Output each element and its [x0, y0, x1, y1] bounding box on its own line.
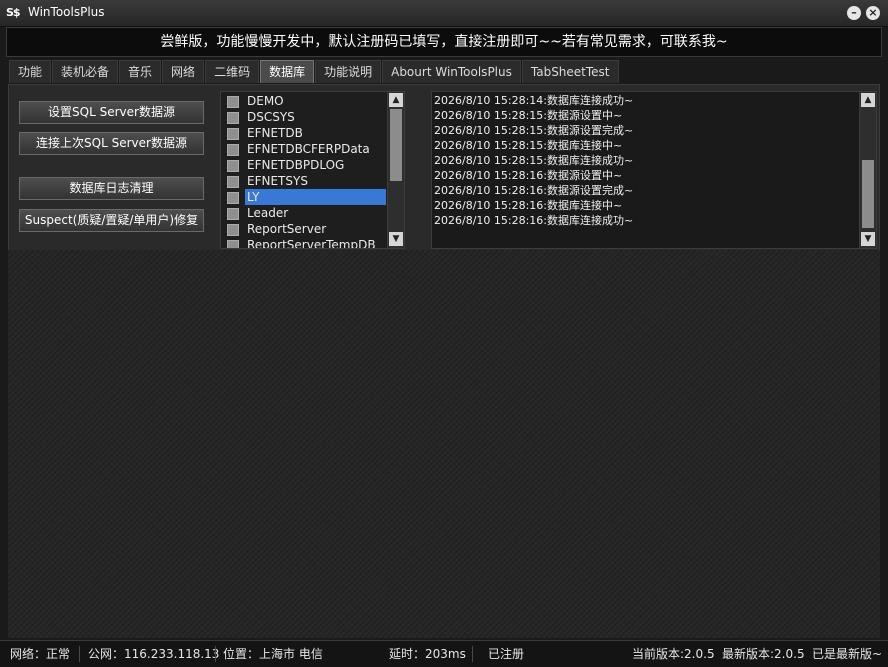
log-scrollbar[interactable]: ▲ ▼ [859, 92, 876, 248]
database-list-scrollbar[interactable]: ▲ ▼ [387, 92, 404, 248]
checkbox[interactable] [227, 224, 239, 236]
database-panel: 设置SQL Server数据源 连接上次SQL Server数据源 数据库日志清… [8, 84, 880, 251]
location: 位置：上海市 电信 [223, 647, 323, 661]
log-output[interactable]: 2026/8/10 15:28:14:数据库连接成功~ 2026/8/10 15… [431, 91, 877, 249]
list-item[interactable]: DEMO [221, 93, 386, 109]
database-name: DEMO [247, 94, 284, 108]
tab-qrcode[interactable]: 二维码 [205, 60, 260, 83]
list-item-selected[interactable]: LY [227, 189, 386, 205]
tab-database[interactable]: 数据库 [260, 60, 315, 83]
checkbox[interactable] [227, 208, 239, 220]
checkbox[interactable] [227, 112, 239, 124]
latest-version: 最新版本:2.0.5 [722, 647, 805, 661]
list-item[interactable]: EFNETDB [221, 125, 386, 141]
log-line: 2026/8/10 15:28:15:数据库连接中~ [434, 139, 623, 152]
database-name: DSCSYS [247, 110, 295, 124]
list-item[interactable]: Leader [221, 205, 386, 221]
chevron-down-icon[interactable]: ▼ [861, 232, 875, 246]
log-line: 2026/8/10 15:28:15:数据源设置完成~ [434, 124, 634, 137]
database-name: ReportServerTempDB [247, 238, 376, 249]
database-name: ReportServer [247, 222, 327, 236]
tab-functions[interactable]: 功能 [9, 60, 52, 83]
list-item[interactable]: ReportServerTempDB [221, 237, 386, 249]
notice-banner: 尝鲜版，功能慢慢开发中，默认注册码已填写，直接注册即可~~若有常见需求，可联系我… [6, 27, 882, 57]
status-divider [215, 646, 216, 662]
tab-bar: 功能 装机必备 音乐 网络 二维码 数据库 功能说明 Abourt WinToo… [9, 60, 620, 84]
minimize-button[interactable]: – [847, 6, 861, 20]
tab-help[interactable]: 功能说明 [315, 60, 382, 83]
database-name: EFNETDBPDLOG [247, 158, 345, 172]
status-divider [472, 646, 473, 662]
database-name: LY [247, 190, 260, 204]
tab-essentials[interactable]: 装机必备 [52, 60, 119, 83]
list-item[interactable]: EFNETSYS [221, 173, 386, 189]
log-line: 2026/8/10 15:28:15:数据库连接成功~ [434, 154, 634, 167]
network-status: 网络：正常 [10, 647, 71, 661]
chevron-up-icon[interactable]: ▲ [389, 93, 403, 107]
checkbox[interactable] [227, 160, 239, 172]
chevron-up-icon[interactable]: ▲ [861, 93, 875, 107]
title-bar: S$ WinToolsPlus – × [0, 0, 888, 27]
app-logo-icon: S$ [6, 6, 21, 19]
log-line: 2026/8/10 15:28:16:数据库连接中~ [434, 199, 623, 212]
checkbox[interactable] [227, 192, 239, 204]
scrollbar-thumb[interactable] [390, 109, 402, 181]
log-line: 2026/8/10 15:28:14:数据库连接成功~ [434, 94, 634, 107]
database-name: EFNETDB [247, 126, 303, 140]
checkbox[interactable] [227, 96, 239, 108]
log-clean-button[interactable]: 数据库日志清理 [19, 177, 204, 200]
checkbox[interactable] [227, 144, 239, 156]
tab-sheet-test[interactable]: TabSheetTest [521, 60, 619, 83]
database-name: EFNETDBCFERPData [247, 142, 370, 156]
tab-network[interactable]: 网络 [162, 60, 205, 83]
log-line: 2026/8/10 15:28:16:数据源设置中~ [434, 169, 623, 182]
list-item[interactable]: DSCSYS [221, 109, 386, 125]
set-sql-source-button[interactable]: 设置SQL Server数据源 [19, 101, 204, 124]
scrollbar-thumb[interactable] [862, 160, 874, 228]
log-line: 2026/8/10 15:28:16:数据库连接成功~ [434, 214, 634, 227]
public-ip: 公网：116.233.118.13 [88, 647, 220, 661]
database-list[interactable]: DEMO DSCSYS EFNETDB EFNETDBCFERPData EFN… [220, 91, 405, 249]
list-item[interactable]: ReportServer [221, 221, 386, 237]
connect-last-source-button[interactable]: 连接上次SQL Server数据源 [19, 132, 204, 155]
checkbox[interactable] [227, 240, 239, 248]
version-status: 已是最新版~ [812, 647, 883, 661]
database-name: Leader [247, 206, 289, 220]
log-line: 2026/8/10 15:28:15:数据源设置中~ [434, 109, 623, 122]
suspect-repair-button[interactable]: Suspect(质疑/置疑/单用户)修复 [19, 209, 204, 232]
empty-workspace [8, 250, 880, 638]
current-version: 当前版本:2.0.5 [632, 647, 715, 661]
log-line: 2026/8/10 15:28:16:数据源设置完成~ [434, 184, 634, 197]
chevron-down-icon[interactable]: ▼ [389, 232, 403, 246]
status-divider [79, 646, 80, 662]
status-bar: 网络：正常 公网：116.233.118.13 位置：上海市 电信 延时：203… [0, 640, 888, 667]
latency: 延时：203ms [389, 647, 466, 661]
close-button[interactable]: × [866, 6, 880, 20]
tab-about[interactable]: Abourt WinToolsPlus [382, 60, 521, 83]
checkbox[interactable] [227, 176, 239, 188]
list-item[interactable]: EFNETDBCFERPData [221, 141, 386, 157]
tab-music[interactable]: 音乐 [119, 60, 162, 83]
checkbox[interactable] [227, 128, 239, 140]
database-name: EFNETSYS [247, 174, 308, 188]
window-title: WinToolsPlus [28, 5, 105, 19]
registration-status: 已注册 [488, 647, 525, 661]
list-item[interactable]: EFNETDBPDLOG [221, 157, 386, 173]
